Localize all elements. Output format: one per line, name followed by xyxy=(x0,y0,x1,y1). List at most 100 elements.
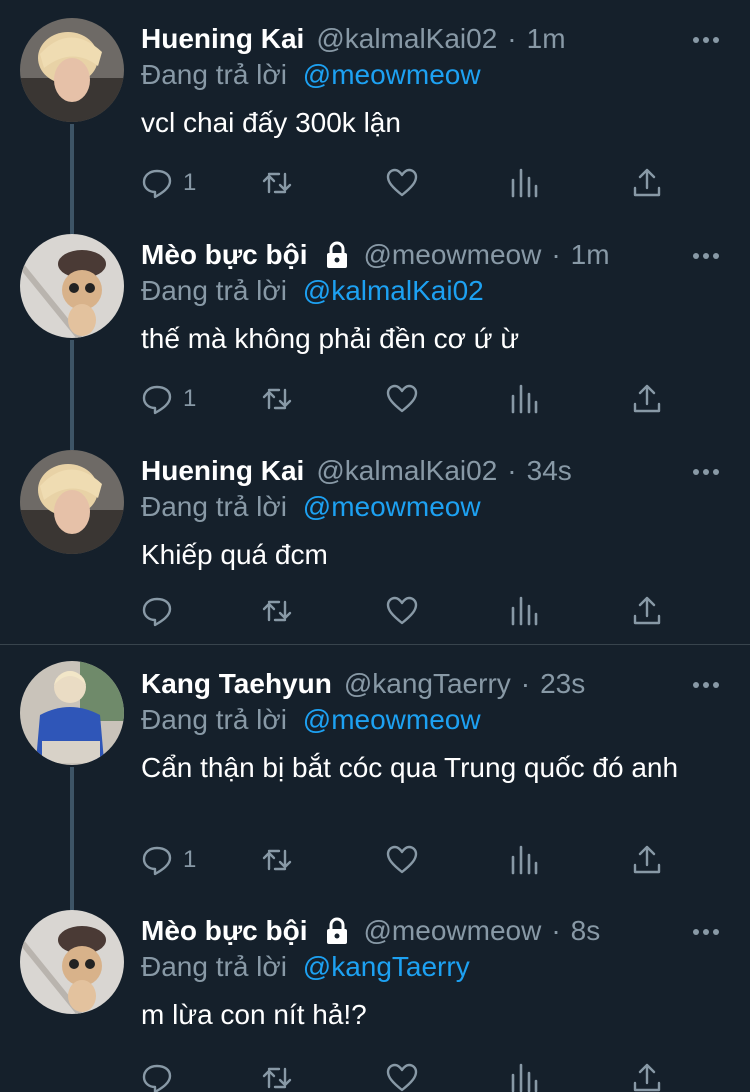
avatar-cat[interactable] xyxy=(20,910,124,1014)
retweet-button[interactable] xyxy=(261,163,293,203)
analytics-button[interactable] xyxy=(508,840,540,880)
more-options-icon[interactable] xyxy=(692,36,720,44)
avatar-kang-taehyun[interactable] xyxy=(20,661,124,765)
like-button[interactable] xyxy=(386,1058,418,1092)
tweet-text: m lừa con nít hả!? xyxy=(141,999,367,1030)
reply-icon xyxy=(142,1064,172,1092)
replying-to-label: Đang trả lời xyxy=(141,951,287,982)
replying-to-handle[interactable]: @kalmalKai02 xyxy=(303,275,484,306)
replying-to-handle[interactable]: @meowmeow xyxy=(303,704,481,735)
share-button[interactable] xyxy=(631,840,663,880)
analytics-button[interactable] xyxy=(508,379,540,419)
replying-to-handle[interactable]: @meowmeow xyxy=(303,59,481,90)
separator-dot: · xyxy=(551,239,561,270)
heart-icon xyxy=(386,596,418,625)
replying-to: Đang trả lời @meowmeow xyxy=(141,58,481,92)
share-button[interactable] xyxy=(631,1058,663,1092)
timestamp[interactable]: 34s xyxy=(527,454,572,488)
tweet-actions xyxy=(141,1058,681,1092)
like-button[interactable] xyxy=(386,591,418,631)
display-name[interactable]: Mèo bực bội xyxy=(141,238,308,272)
more-options-icon[interactable] xyxy=(692,252,720,260)
heart-icon xyxy=(386,845,418,874)
share-button[interactable] xyxy=(631,379,663,419)
separator-dot: · xyxy=(520,668,531,699)
retweet-button[interactable] xyxy=(261,591,293,631)
reply-icon xyxy=(142,169,172,199)
retweet-icon xyxy=(262,388,292,410)
reply-count: 1 xyxy=(183,385,197,412)
tweet-actions xyxy=(141,591,681,631)
separator-dot: · xyxy=(551,915,561,946)
analytics-button[interactable] xyxy=(508,591,540,631)
tweet[interactable]: Mèo bực bội @meowmeow · 8s Đang trả lời … xyxy=(0,896,750,1092)
avatar-cat[interactable] xyxy=(20,234,124,338)
analytics-icon xyxy=(511,845,538,875)
analytics-button[interactable] xyxy=(508,1058,540,1092)
tweet[interactable]: Huening Kai @kalmalKai02 · 34s Đang trả … xyxy=(0,432,750,644)
user-handle[interactable]: @meowmeow xyxy=(364,238,542,272)
user-handle[interactable]: @kalmalKai02 xyxy=(316,454,497,488)
timestamp[interactable]: 23s xyxy=(540,667,585,701)
separator-dot: · xyxy=(507,23,517,54)
retweet-icon xyxy=(262,1067,292,1089)
tweet[interactable]: Kang Taehyun @kangTaerry · 23s Đang trả … xyxy=(0,645,750,919)
share-icon xyxy=(633,596,661,625)
like-button[interactable] xyxy=(386,379,418,419)
more-options-icon[interactable] xyxy=(692,681,720,689)
share-icon xyxy=(633,1063,661,1092)
more-options-icon[interactable] xyxy=(692,468,720,476)
tweet-text: vcl chai đấy 300k lận xyxy=(141,107,401,138)
reply-button[interactable]: 1 xyxy=(141,163,196,203)
analytics-button[interactable] xyxy=(508,163,540,203)
analytics-icon xyxy=(511,168,538,198)
display-name[interactable]: Mèo bực bội xyxy=(141,914,308,948)
more-options-icon[interactable] xyxy=(692,928,720,936)
timestamp[interactable]: 1m xyxy=(527,22,566,56)
reply-button[interactable]: 1 xyxy=(141,840,196,880)
timestamp[interactable]: 8s xyxy=(571,914,601,948)
replying-to-label: Đang trả lời xyxy=(141,59,287,90)
timestamp[interactable]: 1m xyxy=(571,238,610,272)
avatar-huening-kai[interactable] xyxy=(20,450,124,554)
share-icon xyxy=(633,168,661,197)
tweet-text: Khiếp quá đcm xyxy=(141,539,328,570)
share-icon xyxy=(633,845,661,874)
replying-to-handle[interactable]: @kangTaerry xyxy=(303,951,470,982)
user-handle[interactable]: @kangTaerry xyxy=(344,667,511,701)
tweet-actions: 1 xyxy=(141,840,681,880)
display-name[interactable]: Huening Kai xyxy=(141,454,304,488)
share-button[interactable] xyxy=(631,163,663,203)
analytics-icon xyxy=(511,1063,538,1092)
tweet[interactable]: Huening Kai @kalmalKai02 · 1m Đang trả l… xyxy=(0,0,750,234)
user-handle[interactable]: @meowmeow xyxy=(364,914,542,948)
reply-icon xyxy=(142,846,172,876)
tweet-actions: 1 xyxy=(141,163,681,203)
replying-to-label: Đang trả lời xyxy=(141,704,287,735)
retweet-button[interactable] xyxy=(261,379,293,419)
tweet[interactable]: Mèo bực bội @meowmeow · 1m Đang trả lời … xyxy=(0,216,750,450)
display-name[interactable]: Huening Kai xyxy=(141,22,304,56)
retweet-button[interactable] xyxy=(261,840,293,880)
analytics-icon xyxy=(511,384,538,414)
avatar-huening-kai[interactable] xyxy=(20,18,124,122)
like-button[interactable] xyxy=(386,163,418,203)
reply-button[interactable]: 1 xyxy=(141,379,196,419)
replying-to-label: Đang trả lời xyxy=(141,491,287,522)
replying-to: Đang trả lời @meowmeow xyxy=(141,703,481,737)
reply-button[interactable] xyxy=(141,591,183,631)
reply-button[interactable] xyxy=(141,1058,183,1092)
separator-dot: · xyxy=(507,455,517,486)
share-button[interactable] xyxy=(631,591,663,631)
retweet-button[interactable] xyxy=(261,1058,293,1092)
reply-icon xyxy=(142,385,172,415)
reply-icon xyxy=(142,597,172,627)
user-handle[interactable]: @kalmalKai02 xyxy=(316,22,497,56)
like-button[interactable] xyxy=(386,840,418,880)
display-name[interactable]: Kang Taehyun xyxy=(141,667,332,701)
replying-to-handle[interactable]: @meowmeow xyxy=(303,491,481,522)
heart-icon xyxy=(386,168,418,197)
retweet-icon xyxy=(262,172,292,194)
heart-icon xyxy=(386,1063,418,1092)
tweet-feed: Huening Kai @kalmalKai02 · 1m Đang trả l… xyxy=(0,0,750,1092)
